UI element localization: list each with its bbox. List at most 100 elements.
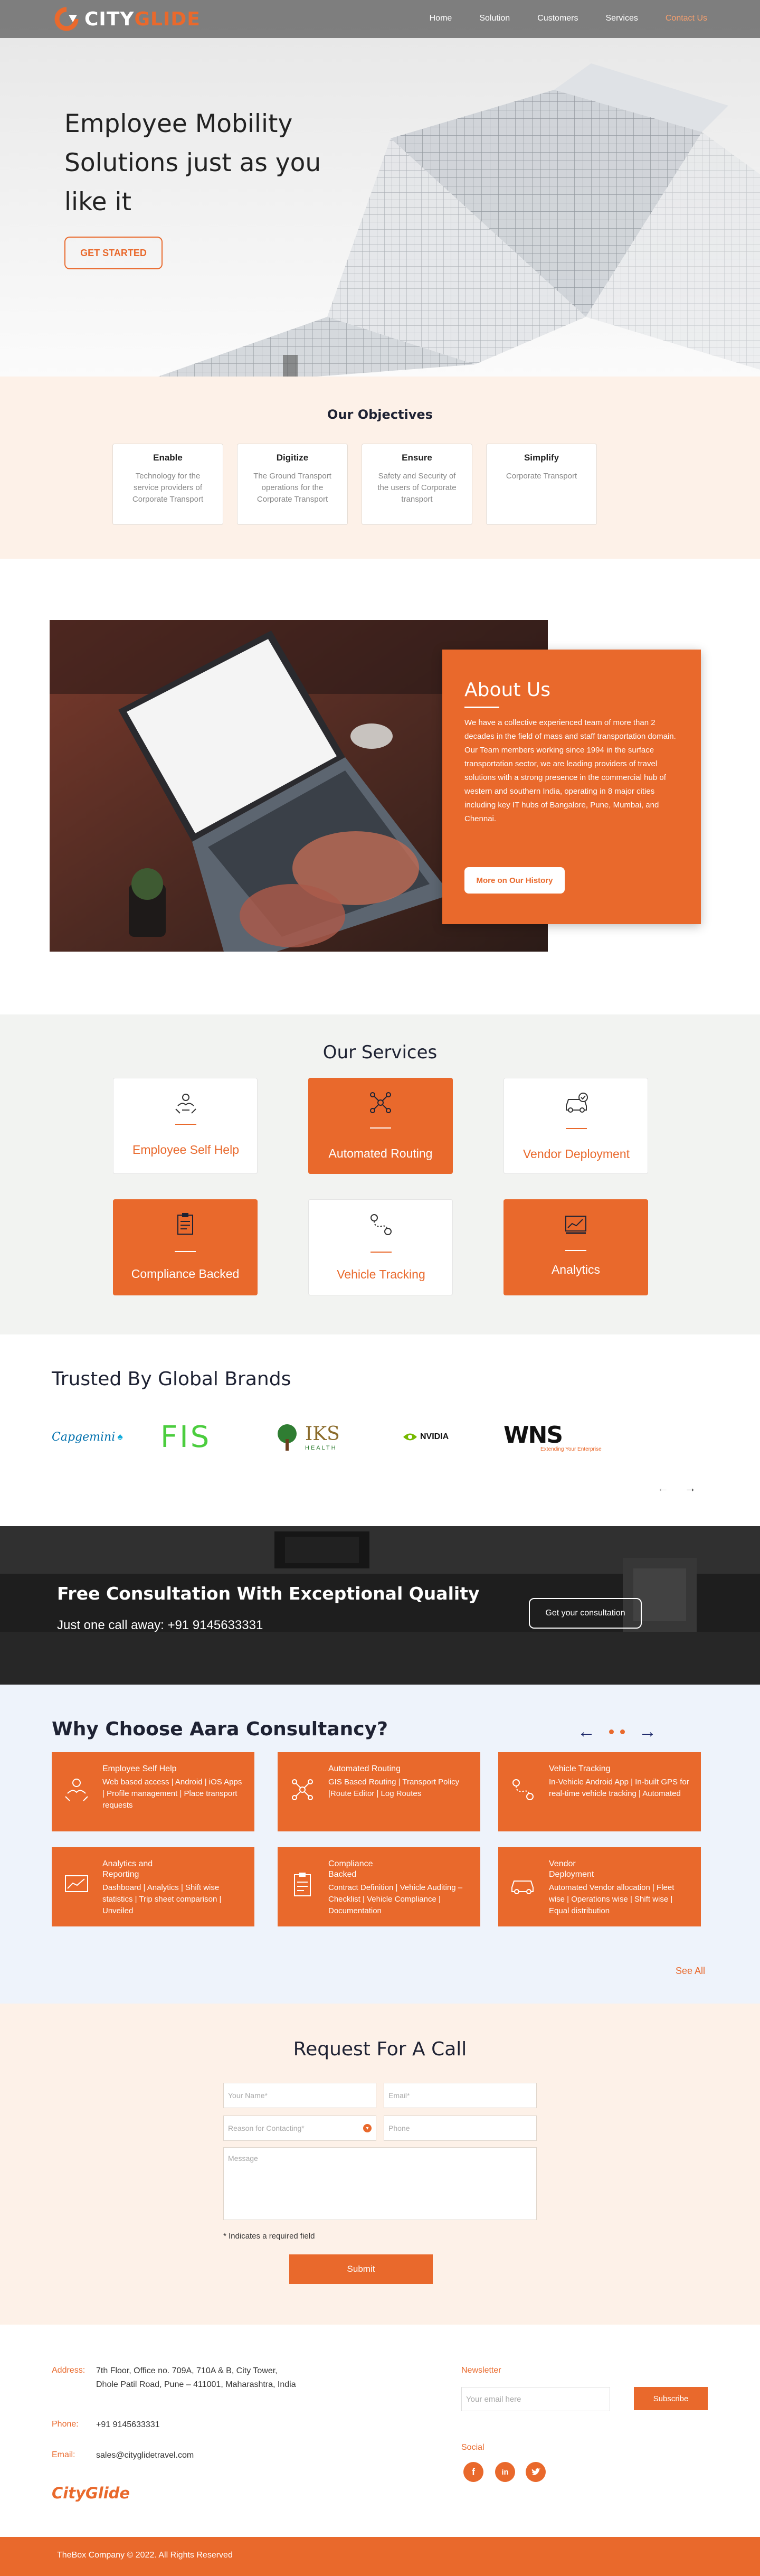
service-vehicle-tracking[interactable]: Vehicle Tracking	[308, 1199, 453, 1295]
newsletter-email-input[interactable]: Your email here	[461, 2387, 610, 2411]
why-title: Why Choose Aara Consultancy?	[52, 1718, 388, 1740]
about-title: About Us	[464, 679, 550, 701]
logo[interactable]: CITYGLIDE	[53, 6, 201, 32]
name-field[interactable]: Your Name*	[223, 2083, 376, 2108]
brands-section: Trusted By Global Brands Capgemini ♠ FIS …	[0, 1334, 760, 1526]
services-section: Our Services Employee Self Help Automate…	[0, 1014, 760, 1334]
nav-customers[interactable]: Customers	[537, 14, 578, 23]
brand-carousel-arrows: ← →	[657, 1481, 696, 1495]
linkedin-icon[interactable]: in	[495, 2462, 515, 2482]
iks-logo: IKS	[305, 1423, 340, 1445]
brand-next-arrow-icon[interactable]: →	[685, 1481, 696, 1495]
objective-card-simplify: Simplify Corporate Transport	[486, 444, 597, 525]
phone-label: Phone:	[52, 2420, 79, 2429]
carousel-dot[interactable]	[620, 1729, 625, 1734]
self-help-icon	[175, 1094, 196, 1114]
nav-links: Home Solution Customers Services Contact…	[430, 14, 707, 23]
service-employee-self-help[interactable]: Employee Self Help	[113, 1078, 258, 1174]
dropdown-icon: ▾	[363, 2124, 372, 2132]
tracking-icon	[512, 1779, 534, 1800]
email-field[interactable]: Email*	[384, 2083, 537, 2108]
why-prev-arrow-icon[interactable]: ←	[577, 1722, 595, 1742]
carousel-dot[interactable]	[609, 1729, 614, 1734]
service-compliance-backed[interactable]: Compliance Backed	[113, 1199, 258, 1295]
service-vendor-deployment[interactable]: Vendor Deployment	[504, 1078, 648, 1174]
consultation-phone: Just one call away: +91 9145633331	[57, 1618, 263, 1632]
objective-card-enable: Enable Technology for the service provide…	[112, 444, 223, 525]
analytics-icon	[65, 1875, 88, 1892]
get-started-button[interactable]: GET STARTED	[64, 237, 163, 269]
vendor-car-icon	[511, 1881, 534, 1894]
twitter-icon[interactable]	[526, 2462, 546, 2482]
kitchen-background	[0, 1526, 760, 1685]
about-text: We have a collective experienced team of…	[464, 718, 676, 823]
service-label: Vendor Deployment	[522, 1147, 630, 1161]
top-navbar: CITYGLIDE Home Solution Customers Servic…	[0, 0, 760, 38]
why-card-vehicle-tracking[interactable]: Vehicle Tracking In-Vehicle Android App …	[498, 1752, 701, 1831]
why-card-title: Analytics and Reporting	[102, 1859, 153, 1879]
facebook-icon[interactable]: f	[463, 2462, 483, 2482]
nav-solution[interactable]: Solution	[479, 14, 510, 23]
services-title: Our Services	[322, 1042, 438, 1063]
objective-card-ensure: Ensure Safety and Security of the users o…	[362, 444, 472, 525]
objective-text: The Ground Transport operations for the …	[253, 472, 331, 504]
service-underline	[370, 1127, 391, 1129]
clipboard-icon	[294, 1873, 311, 1896]
service-underline	[175, 1251, 196, 1252]
carousel-dots	[609, 1729, 625, 1734]
why-card-title: Vehicle Tracking	[549, 1764, 611, 1773]
brand-prev-arrow-icon[interactable]: ←	[657, 1481, 669, 1495]
service-label: Automated Routing	[328, 1146, 433, 1160]
get-consultation-button[interactable]: Get your consultation	[529, 1598, 642, 1629]
nav-contact-us[interactable]: Contact Us	[666, 14, 707, 23]
service-analytics[interactable]: Analytics	[504, 1199, 648, 1295]
service-label: Compliance Backed	[131, 1267, 240, 1281]
why-card-title: Automated Routing	[328, 1764, 401, 1773]
logo-text-city: CITY	[84, 8, 135, 30]
phone-field[interactable]: Phone	[384, 2116, 537, 2141]
why-card-title: Employee Self Help	[102, 1764, 177, 1773]
why-card-title: Vendor Deployment	[549, 1859, 594, 1879]
hero-section: CITYGLIDE Home Solution Customers Servic…	[0, 0, 760, 377]
why-card-vendor-deployment[interactable]: Vendor Deployment Automated Vendor alloc…	[498, 1847, 701, 1926]
wns-tagline: Extending Your Enterprise	[540, 1446, 602, 1452]
why-card-employee-self-help[interactable]: Employee Self Help Web based access | An…	[52, 1752, 254, 1831]
more-history-button[interactable]: More on Our History	[464, 867, 565, 894]
email-text[interactable]: sales@cityglidetravel.com	[96, 2449, 297, 2462]
why-card-analytics-reporting[interactable]: Analytics and Reporting Dashboard | Anal…	[52, 1847, 254, 1926]
about-card: About Us We have a collective experience…	[442, 650, 701, 924]
why-next-arrow-icon[interactable]: →	[639, 1722, 657, 1742]
nav-services[interactable]: Services	[606, 14, 638, 23]
see-all-link[interactable]: See All	[676, 1966, 705, 1977]
submit-button[interactable]: Submit	[289, 2254, 433, 2284]
routing-icon	[292, 1779, 313, 1800]
logo-icon	[54, 7, 79, 31]
logo-text: CITYGLIDE	[84, 8, 201, 30]
objective-text: Safety and Security of the users of Corp…	[377, 472, 457, 504]
capgemini-logo: Capgemini	[52, 1430, 116, 1444]
vendor-car-icon	[566, 1093, 588, 1113]
request-title: Request For A Call	[293, 2038, 467, 2060]
message-field[interactable]: Message	[223, 2147, 537, 2220]
why-card-text: Web based access | Android | iOS Apps | …	[102, 1778, 242, 1810]
subscribe-button[interactable]: Subscribe	[634, 2387, 708, 2410]
objectives-title: Our Objectives	[327, 407, 433, 422]
why-card-text: Automated Vendor allocation | Fleet wise…	[549, 1883, 674, 1915]
objective-text: Technology for the service providers of …	[132, 472, 204, 504]
why-card-compliance-backed[interactable]: Compliance Backed Contract Definition | …	[278, 1847, 480, 1926]
why-carousel-nav: ← →	[577, 1722, 657, 1742]
objective-title: Simplify	[524, 453, 559, 463]
service-automated-routing[interactable]: Automated Routing	[308, 1078, 453, 1174]
reason-select[interactable]: Reason for Contacting* ▾	[223, 2116, 376, 2141]
routing-icon	[370, 1092, 391, 1113]
why-card-automated-routing[interactable]: Automated Routing GIS Based Routing | Tr…	[278, 1752, 480, 1831]
address-label: Address:	[52, 2366, 86, 2375]
brand-nvidia: NVIDIA	[402, 1416, 449, 1458]
email-label: Email:	[52, 2450, 75, 2459]
phone-text[interactable]: +91 9145633331	[96, 2418, 297, 2432]
nav-home[interactable]: Home	[430, 14, 452, 23]
about-section: About Us We have a collective experience…	[0, 559, 760, 1014]
wns-logo: WNS	[504, 1422, 563, 1449]
social-label: Social	[461, 2443, 484, 2452]
objective-title: Enable	[153, 453, 183, 463]
